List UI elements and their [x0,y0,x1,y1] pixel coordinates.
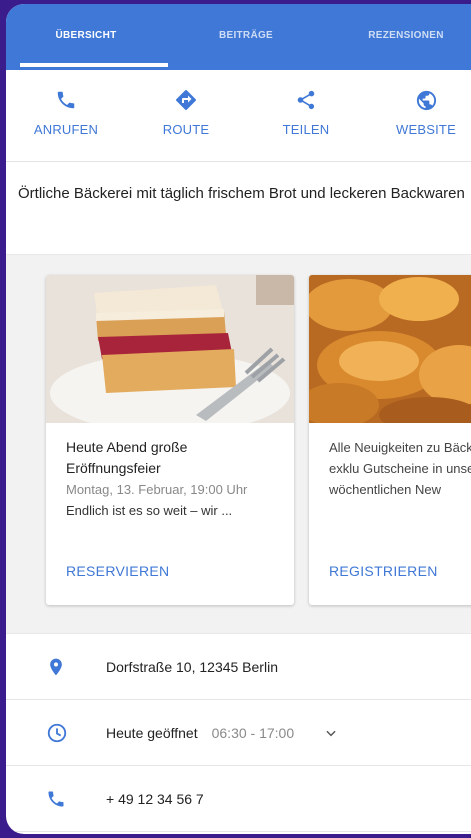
directions-icon [174,86,198,114]
call-label: ANRUFEN [33,122,99,137]
address-row[interactable]: Dorfstraße 10, 12345 Berlin [6,634,471,700]
reserve-link[interactable]: RESERVIEREN [66,563,169,579]
posts-carousel[interactable]: Heute Abend große Eröffnungsfeier Montag… [6,254,471,634]
clock-icon [6,722,106,744]
post-excerpt: Alle Neuigkeiten zu Bäckerei und exklu G… [329,440,471,497]
share-label: TEILEN [282,122,330,137]
tab-overview[interactable]: ÜBERSICHT [6,4,166,70]
address-text: Dorfstraße 10, 12345 Berlin [106,658,278,675]
phone-icon [55,86,77,114]
tab-posts[interactable]: BEITRÄGE [166,4,326,70]
post-excerpt: Endlich ist es so weit – wir ... [66,503,233,518]
share-icon [295,86,317,114]
phone-row[interactable]: + 49 12 34 56 7 [6,766,471,832]
route-button[interactable]: ROUTE [126,86,246,161]
post-date: Montag, 13. Februar, 19:00 Uhr [66,482,248,497]
register-link[interactable]: REGISTRIEREN [329,563,438,579]
call-button[interactable]: ANRUFEN [6,86,126,161]
post-card-newsletter[interactable]: Alle Neuigkeiten zu Bäckerei und exklu G… [309,275,471,605]
post-card-opening[interactable]: Heute Abend große Eröffnungsfeier Montag… [46,275,294,605]
active-tab-indicator [20,63,168,67]
hours-time: 06:30 - 17:00 [211,724,295,741]
business-description: Örtliche Bäckerei mit täglich frischem B… [18,185,465,202]
business-panel: ÜBERSICHT BEITRÄGE REZENSIONEN ANRUFEN R… [6,4,471,834]
phone-number: + 49 12 34 56 7 [106,790,204,807]
hours-label: Heute geöffnet [106,724,198,741]
website-button[interactable]: WEBSITE [366,86,471,161]
website-label: WEBSITE [396,122,456,137]
croissant-image [309,275,471,423]
tab-reviews[interactable]: REZENSIONEN [326,4,471,70]
hours-row[interactable]: Heute geöffnet 06:30 - 17:00 [6,700,471,766]
tab-bar: ÜBERSICHT BEITRÄGE REZENSIONEN [6,4,471,70]
phone-icon [6,789,106,809]
chevron-down-icon[interactable] [324,726,338,740]
cake-image [46,275,294,423]
action-bar: ANRUFEN ROUTE TEILEN WEBSITE [6,70,471,162]
globe-icon [415,86,438,114]
route-label: ROUTE [162,122,210,137]
share-button[interactable]: TEILEN [246,86,366,161]
location-pin-icon [6,655,106,679]
post-title: Heute Abend große Eröffnungsfeier [66,439,188,476]
